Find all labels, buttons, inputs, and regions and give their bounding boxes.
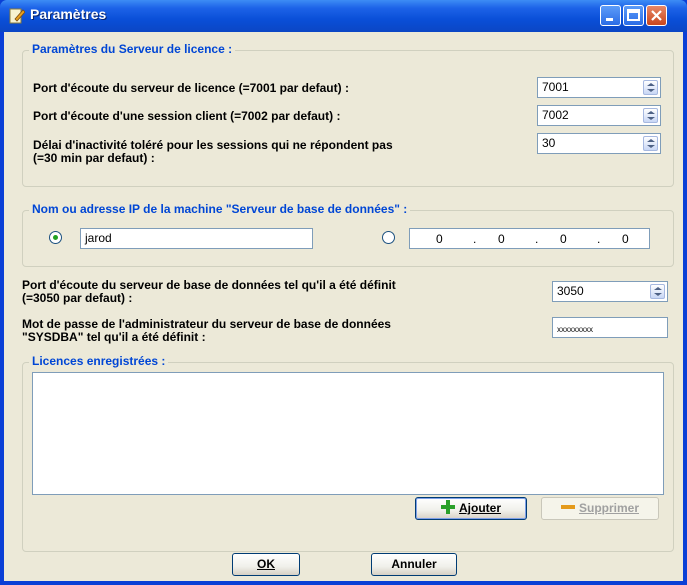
spin-updown-icon[interactable] <box>643 108 658 123</box>
db-port-value: 3050 <box>557 284 584 298</box>
minus-icon <box>560 505 575 509</box>
dialog-body: Paramètres du Serveur de licence : Port … <box>4 32 683 581</box>
client-port-value: 7002 <box>542 108 569 122</box>
cancel-button[interactable]: Annuler <box>371 553 457 576</box>
listen-port-label: Port d'écoute du serveur de licence (=70… <box>33 81 349 95</box>
title-bar[interactable]: Paramètres <box>0 0 687 32</box>
licenses-list[interactable] <box>32 372 664 495</box>
listen-port-value: 7001 <box>542 80 569 94</box>
db-password-label-line2: "SYSDBA" tel qu'il a été définit : <box>22 330 206 344</box>
client-port-stepper[interactable]: 7002 <box>537 105 661 126</box>
ok-label: OK <box>257 557 275 571</box>
ip-octet-4: 0 <box>622 232 629 246</box>
db-password-value: xxxxxxxxx <box>557 325 593 334</box>
close-button[interactable] <box>646 5 667 26</box>
hostname-value: jarod <box>85 231 112 245</box>
spin-updown-icon[interactable] <box>643 80 658 95</box>
ip-address-radio[interactable] <box>382 231 395 244</box>
timeout-label-line1: Délai d'inactivité toléré pour les sessi… <box>33 138 393 152</box>
db-password-field[interactable]: xxxxxxxxx <box>552 317 668 338</box>
remove-license-button[interactable]: Supprimer <box>541 497 659 520</box>
db-port-stepper[interactable]: 3050 <box>552 281 668 302</box>
radio-selected-dot <box>53 235 58 240</box>
timeout-value: 30 <box>542 136 556 150</box>
licenses-legend: Licences enregistrées : <box>29 354 169 368</box>
hostname-input[interactable]: jarod <box>80 228 313 249</box>
timeout-stepper[interactable]: 30 <box>537 133 661 154</box>
close-icon <box>651 10 662 21</box>
cancel-label: Annuler <box>391 557 437 571</box>
client-port-label: Port d'écoute d'une session client (=700… <box>33 109 341 123</box>
db-port-label-line2: (=3050 par defaut) : <box>22 291 133 305</box>
ip-octet-1: 0 <box>436 232 443 246</box>
timeout-label-line2: (=30 min par defaut) : <box>33 151 155 165</box>
ip-separator: . <box>473 232 477 246</box>
add-license-button[interactable]: Ajouter <box>415 497 527 520</box>
spin-updown-icon[interactable] <box>643 136 658 151</box>
add-license-label: Ajouter <box>459 501 501 515</box>
window-title: Paramètres <box>30 6 107 22</box>
listen-port-stepper[interactable]: 7001 <box>537 77 661 98</box>
ip-separator: . <box>597 232 601 246</box>
maximize-icon <box>627 9 640 21</box>
parametres-window: Paramètres Paramètres du Serveur de lice… <box>0 0 687 585</box>
hostname-radio[interactable] <box>49 231 62 244</box>
db-port-label-line1: Port d'écoute du serveur de base de donn… <box>22 278 396 292</box>
ip-octet-3: 0 <box>560 232 567 246</box>
ip-address-input[interactable]: 0 . 0 . 0 . 0 <box>409 228 650 249</box>
edit-document-icon <box>9 8 25 24</box>
minimize-button[interactable] <box>600 5 621 26</box>
minimize-icon <box>606 18 613 21</box>
remove-license-label: Supprimer <box>578 501 639 515</box>
spin-updown-icon[interactable] <box>650 284 665 299</box>
ip-separator: . <box>535 232 539 246</box>
db-host-legend: Nom ou adresse IP de la machine "Serveur… <box>29 202 411 216</box>
license-server-legend: Paramètres du Serveur de licence : <box>29 42 236 56</box>
plus-icon <box>441 500 455 514</box>
ok-button[interactable]: OK <box>232 553 300 576</box>
db-password-label-line1: Mot de passe de l'administrateur du serv… <box>22 317 391 331</box>
ip-octet-2: 0 <box>498 232 505 246</box>
maximize-button[interactable] <box>623 5 644 26</box>
